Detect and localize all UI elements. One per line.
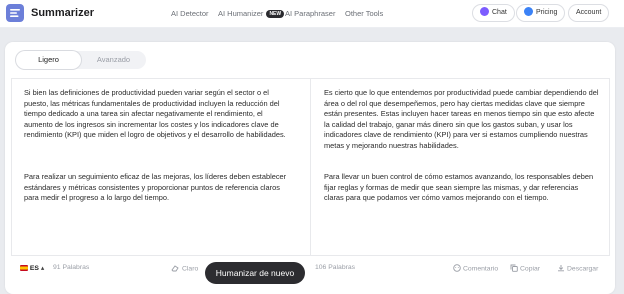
nav-ai-paraphraser[interactable]: AI Paraphraser xyxy=(285,9,335,18)
comment-label: Comentario xyxy=(463,265,499,273)
chat-icon xyxy=(480,6,489,16)
input-text-pane[interactable]: Si bien las definiciones de productivida… xyxy=(11,78,311,256)
input-paragraph-2: Para realizar un seguimiento eficaz de l… xyxy=(24,172,287,203)
language-selector[interactable]: ES ▴ xyxy=(20,264,44,272)
app-logo-icon[interactable] xyxy=(6,4,24,22)
pricing-icon xyxy=(524,6,533,16)
account-button[interactable]: Account xyxy=(568,4,610,22)
logo-glyph-icon xyxy=(10,9,20,17)
mode-advanced-tab[interactable]: Avanzado xyxy=(81,51,146,69)
input-word-count: 91 Palabras xyxy=(53,264,90,271)
output-paragraph-1: Es cierto que lo que entendemos por prod… xyxy=(324,88,599,150)
download-icon xyxy=(558,265,564,272)
nav-ai-detector[interactable]: AI Detector xyxy=(171,9,209,18)
comment-button[interactable]: Comentario xyxy=(453,264,498,273)
chat-label: Chat xyxy=(492,9,507,16)
input-paragraph-1: Si bien las definiciones de productivida… xyxy=(24,88,286,140)
spain-flag-icon xyxy=(20,264,28,271)
clear-button[interactable]: Claro xyxy=(171,264,198,273)
eraser-icon xyxy=(171,265,179,272)
copy-icon xyxy=(510,264,518,272)
brand-name[interactable]: Summarizer xyxy=(31,7,94,19)
clear-label: Claro xyxy=(182,265,199,273)
pricing-label: Pricing xyxy=(536,9,558,16)
humanizer-card: Ligero Avanzado Si bien las definiciones… xyxy=(5,42,615,294)
mode-toggle: Ligero Avanzado xyxy=(16,51,146,69)
humanize-again-button[interactable]: Humanizar de nuevo xyxy=(205,262,305,284)
output-text-pane: Es cierto que lo que entendemos por prod… xyxy=(311,78,610,256)
caret-up-icon: ▴ xyxy=(40,265,45,272)
copy-label: Copiar xyxy=(520,265,541,273)
download-label: Descargar xyxy=(567,265,599,273)
download-button[interactable]: Descargar xyxy=(557,264,598,273)
output-word-count: 106 Palabras xyxy=(315,264,356,271)
nav-other-tools[interactable]: Other Tools xyxy=(345,9,383,18)
new-badge: NEW xyxy=(266,10,285,18)
output-paragraph-2: Para llevar un buen control de cómo esta… xyxy=(324,172,594,203)
language-code: ES xyxy=(29,265,39,272)
mode-light-tab[interactable]: Ligero xyxy=(16,51,81,69)
chat-button[interactable]: Chat xyxy=(472,4,515,22)
top-navbar: Summarizer AI Detector AI Humanizer NEW A… xyxy=(0,0,624,28)
nav-ai-humanizer-label: AI Humanizer xyxy=(218,9,264,18)
comment-icon xyxy=(453,264,461,272)
nav-ai-humanizer[interactable]: AI Humanizer NEW xyxy=(218,9,285,18)
pricing-button[interactable]: Pricing xyxy=(516,4,566,22)
copy-button[interactable]: Copiar xyxy=(510,264,540,273)
